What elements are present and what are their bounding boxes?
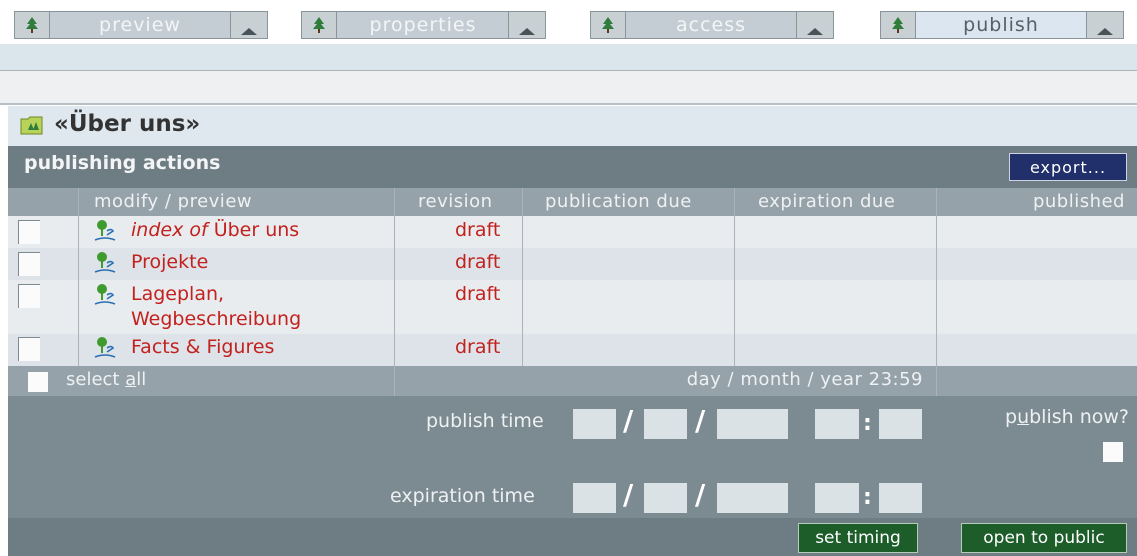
row-revision: draft — [455, 219, 501, 241]
publish-time-label: publish time — [426, 410, 544, 432]
col-published: published — [1032, 191, 1125, 212]
page-tree-icon — [94, 220, 116, 241]
time-separator: : — [863, 485, 872, 510]
row-link-line1: Lageplan, — [131, 283, 225, 305]
collapse-arrow-icon[interactable] — [508, 11, 546, 39]
row-revision: draft — [455, 336, 501, 358]
page-title: «Über uns» — [54, 111, 201, 137]
col-expiration-due: expiration due — [758, 191, 896, 212]
folder-icon — [20, 116, 43, 135]
timing-panel: publish time / / : publish now? expirati… — [8, 396, 1137, 518]
publish-now-label: publish now? — [1005, 406, 1129, 428]
publish-now-prefix: p — [1005, 406, 1018, 428]
page-tree-icon — [94, 252, 116, 273]
select-all-prefix: select — [66, 369, 126, 390]
publishing-actions-bar: publishing actions export... — [8, 146, 1137, 188]
publish-year-input[interactable] — [717, 409, 788, 439]
row-link[interactable]: index of Über uns — [131, 218, 299, 243]
date-format-hint: day / month / year 23:59 — [686, 369, 923, 390]
column-divider — [394, 366, 395, 396]
page-tree-icon — [94, 337, 116, 358]
publish-now-accesskey: u — [1017, 406, 1030, 428]
collapse-arrow-icon[interactable] — [796, 11, 834, 39]
tree-icon — [880, 11, 916, 39]
publish-minute-input[interactable] — [879, 409, 922, 439]
publish-month-input[interactable] — [644, 409, 687, 439]
date-separator: / — [695, 404, 706, 437]
expiration-time-label: expiration time — [390, 485, 535, 507]
select-all-suffix: ll — [136, 369, 147, 390]
expiration-day-input[interactable] — [573, 483, 616, 513]
tab-publish-label: publish — [916, 11, 1086, 39]
tab-preview-label: preview — [50, 11, 230, 39]
toolbar-band — [0, 44, 1137, 71]
section-heading: publishing actions — [24, 152, 221, 174]
publish-day-input[interactable] — [573, 409, 616, 439]
tree-icon — [301, 11, 337, 39]
subtoolbar-band — [0, 71, 1137, 105]
column-divider — [734, 188, 735, 366]
col-revision: revision — [418, 191, 493, 212]
column-divider — [936, 366, 937, 396]
row-link-line2: Wegbeschreibung — [131, 308, 302, 330]
date-separator: / — [623, 478, 634, 511]
row-link-name: Über uns — [213, 219, 300, 241]
tab-properties-label: properties — [337, 11, 509, 39]
tree-icon — [14, 11, 50, 39]
publish-now-suffix: blish now? — [1029, 406, 1129, 428]
tab-access-label: access — [626, 11, 796, 39]
tab-bar: preview properties access publish — [0, 0, 1137, 44]
collapse-arrow-icon[interactable] — [1086, 11, 1124, 39]
action-button-bar: set timing open to public — [8, 518, 1137, 556]
select-all-accesskey: a — [125, 369, 137, 390]
col-publication-due: publication due — [545, 191, 692, 212]
publish-hour-input[interactable] — [815, 409, 859, 439]
expiration-hour-input[interactable] — [815, 483, 859, 513]
date-separator: / — [623, 404, 634, 437]
tree-icon — [590, 11, 626, 39]
select-all-label[interactable]: select all — [66, 369, 146, 390]
folder-title-bar: «Über uns» — [8, 106, 1137, 146]
publish-now-checkbox[interactable] — [1103, 442, 1123, 462]
row-checkbox[interactable] — [18, 337, 40, 361]
select-all-checkbox[interactable] — [28, 372, 48, 392]
row-link[interactable]: Lageplan, Wegbeschreibung — [131, 282, 301, 332]
table-header: modify / preview revision publication du… — [8, 188, 1137, 216]
row-link[interactable]: Projekte — [131, 250, 208, 275]
expiration-year-input[interactable] — [717, 483, 788, 513]
column-divider — [936, 188, 937, 366]
expiration-month-input[interactable] — [644, 483, 687, 513]
column-divider — [394, 188, 395, 366]
export-button[interactable]: export... — [1009, 153, 1127, 181]
expiration-minute-input[interactable] — [879, 483, 922, 513]
row-link-prefix: index of — [131, 219, 208, 241]
column-divider — [78, 188, 79, 366]
open-to-public-button[interactable]: open to public — [961, 523, 1127, 553]
row-checkbox[interactable] — [18, 284, 40, 308]
row-checkbox[interactable] — [18, 252, 40, 276]
row-revision: draft — [455, 283, 501, 305]
column-divider — [522, 188, 523, 366]
row-checkbox[interactable] — [18, 220, 40, 244]
collapse-arrow-icon[interactable] — [230, 11, 268, 39]
date-separator: / — [695, 478, 706, 511]
time-separator: : — [863, 411, 872, 436]
row-revision: draft — [455, 251, 501, 273]
col-modify-preview: modify / preview — [94, 191, 253, 212]
select-all-bar: select all day / month / year 23:59 — [8, 366, 1137, 396]
row-link[interactable]: Facts & Figures — [131, 335, 274, 360]
set-timing-button[interactable]: set timing — [798, 523, 918, 553]
page-tree-icon — [94, 284, 116, 305]
